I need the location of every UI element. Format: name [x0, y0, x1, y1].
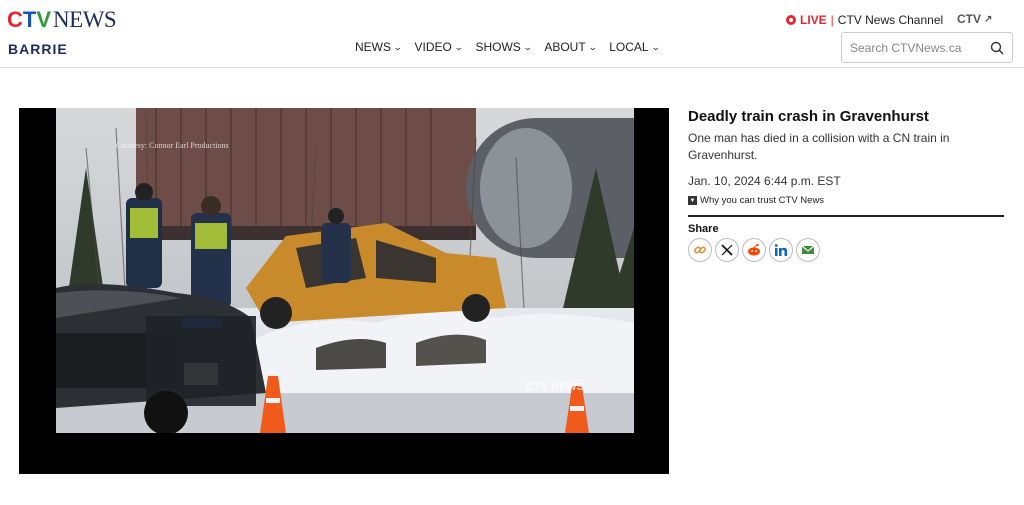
reddit-icon	[748, 243, 760, 256]
article-summary: One man has died in a collision with a C…	[688, 131, 950, 162]
logo-c: C	[7, 7, 23, 32]
nav-item-label: SHOWS	[475, 40, 521, 54]
article-panel: Deadly train crash in Gravenhurst One ma…	[688, 108, 1004, 262]
share-buttons	[688, 238, 1004, 262]
logo-v: V	[36, 7, 52, 32]
chevron-down-icon: ⌄	[522, 41, 533, 52]
share-x-button[interactable]	[715, 238, 739, 262]
search-input[interactable]	[850, 40, 990, 55]
nav-item-label: LOCAL	[609, 40, 649, 54]
nav-item-about[interactable]: ABOUT ⌄	[544, 40, 598, 54]
article-date: Jan. 10, 2024 6:44 p.m. EST	[688, 174, 841, 188]
chevron-down-icon: ⌄	[587, 41, 598, 52]
main-nav: NEWS ⌄ VIDEO ⌄ SHOWS ⌄ ABOUT ⌄ LOCAL ⌄	[355, 40, 661, 54]
trust-label: Why you can trust CTV News	[700, 195, 825, 206]
nav-item-label: ABOUT	[544, 40, 586, 54]
live-link[interactable]: LIVE | CTV News Channel	[786, 13, 943, 27]
link-icon	[694, 246, 706, 254]
search-icon[interactable]	[990, 41, 1004, 55]
share-email-button[interactable]	[796, 238, 820, 262]
live-icon	[786, 15, 796, 25]
article-headline: Deadly train crash in Gravenhurst	[688, 108, 929, 125]
chevron-down-icon: ⌄	[650, 41, 661, 52]
email-icon	[801, 245, 815, 254]
ctv-watermark: CTV NEWS	[525, 381, 584, 393]
search-box	[841, 32, 1013, 63]
nav-item-shows[interactable]: SHOWS ⌄	[475, 40, 533, 54]
nav-item-local[interactable]: LOCAL ⌄	[609, 40, 661, 54]
share-label: Share	[688, 223, 719, 235]
trust-link[interactable]: ▼ Why you can trust CTV News	[688, 195, 1004, 206]
site-header: C T V NEWS BARRIE NEWS ⌄ VIDEO ⌄ SHOWS ⌄…	[0, 0, 1024, 68]
share-reddit-button[interactable]	[742, 238, 766, 262]
live-label: LIVE	[800, 13, 827, 27]
chevron-down-icon: ⌄	[453, 41, 464, 52]
nav-item-video[interactable]: VIDEO ⌄	[414, 40, 464, 54]
video-player[interactable]: Courtesy: Connor Earl Productions CTV NE…	[19, 108, 669, 474]
trust-icon: ▼	[688, 196, 697, 205]
linkedin-icon	[774, 244, 787, 256]
ctv-news-logo[interactable]: C T V NEWS	[7, 7, 117, 32]
nav-item-label: VIDEO	[414, 40, 452, 54]
external-link-icon: ↗	[984, 13, 993, 25]
share-linkedin-button[interactable]	[769, 238, 793, 262]
ctv-small-logo: CTV	[957, 12, 981, 26]
video-courtesy-text: Courtesy: Connor Earl Productions	[116, 141, 229, 150]
nav-item-news[interactable]: NEWS ⌄	[355, 40, 403, 54]
logo-t: T	[22, 7, 37, 32]
divider	[688, 215, 1004, 217]
share-link-button[interactable]	[688, 238, 712, 262]
chevron-down-icon: ⌄	[392, 41, 403, 52]
x-icon	[721, 244, 733, 256]
channel-label: CTV News Channel	[837, 13, 944, 27]
ctv-external-link[interactable]: CTV ↗	[957, 12, 992, 26]
region-label[interactable]: BARRIE	[8, 41, 68, 57]
logo-news: NEWS	[53, 7, 117, 32]
video-frame[interactable]: Courtesy: Connor Earl Productions CTV NE…	[56, 108, 634, 433]
nav-item-label: NEWS	[355, 40, 391, 54]
live-separator: |	[830, 13, 834, 27]
